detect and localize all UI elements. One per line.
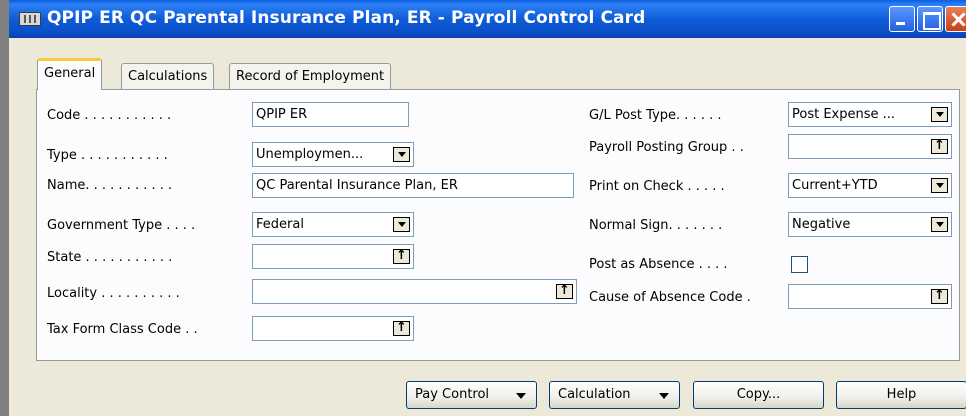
chevron-down-icon[interactable] xyxy=(931,178,948,193)
post-as-absence-checkbox[interactable] xyxy=(791,256,808,273)
type-value: Unemploymen... xyxy=(256,147,364,162)
locality-label: Locality . . . . . . . . . . xyxy=(47,286,180,301)
print-on-check-label: Print on Check . . . . . xyxy=(589,179,725,194)
chevron-down-icon[interactable] xyxy=(393,217,410,232)
payroll-posting-group-label: Payroll Posting Group . . xyxy=(589,140,744,155)
help-label: Help xyxy=(886,387,917,402)
gl-post-type-select[interactable]: Post Expense ... xyxy=(788,102,952,127)
chevron-down-icon[interactable] xyxy=(931,217,948,232)
tax-form-class-code-field[interactable] xyxy=(252,316,414,341)
government-type-label: Government Type . . . . xyxy=(47,218,196,233)
code-field[interactable]: QPIP ER xyxy=(252,102,409,127)
lookup-icon[interactable] xyxy=(931,137,948,155)
close-button[interactable] xyxy=(945,6,966,32)
chevron-down-icon xyxy=(659,393,669,399)
payroll-posting-group-field[interactable] xyxy=(788,134,952,159)
maximize-button[interactable] xyxy=(917,6,943,32)
print-on-check-select[interactable]: Current+YTD xyxy=(788,173,952,198)
locality-field[interactable] xyxy=(252,279,577,304)
state-label: State . . . . . . . . . . . xyxy=(47,250,173,265)
tab-calculations[interactable]: Calculations xyxy=(121,63,215,90)
state-field[interactable] xyxy=(252,244,414,269)
print-on-check-value: Current+YTD xyxy=(792,178,878,193)
code-value: QPIP ER xyxy=(256,107,308,122)
help-button[interactable]: Help xyxy=(836,381,966,409)
lookup-icon[interactable] xyxy=(556,282,573,300)
cause-of-absence-code-label: Cause of Absence Code . xyxy=(589,290,751,305)
name-value: QC Parental Insurance Plan, ER xyxy=(256,178,458,193)
window-title: QPIP ER QC Parental Insurance Plan, ER -… xyxy=(47,8,646,28)
normal-sign-label: Normal Sign. . . . . . . xyxy=(589,218,723,233)
government-type-value: Federal xyxy=(256,217,304,232)
lookup-icon[interactable] xyxy=(393,319,410,337)
name-label: Name. . . . . . . . . . . xyxy=(47,178,173,193)
cause-of-absence-code-field[interactable] xyxy=(788,284,952,309)
payroll-control-card-window: QPIP ER QC Parental Insurance Plan, ER -… xyxy=(9,0,966,416)
normal-sign-value: Negative xyxy=(792,217,851,232)
normal-sign-select[interactable]: Negative xyxy=(788,212,952,237)
type-label: Type . . . . . . . . . . . xyxy=(47,148,168,163)
copy-label: Copy... xyxy=(736,387,781,402)
tab-record-of-employment[interactable]: Record of Employment xyxy=(229,63,392,90)
tax-form-class-code-label: Tax Form Class Code . . xyxy=(47,322,198,337)
background-window-edge xyxy=(0,0,9,416)
lookup-icon[interactable] xyxy=(931,287,948,305)
tab-general[interactable]: General xyxy=(37,58,103,90)
calculation-label: Calculation xyxy=(558,387,631,402)
post-as-absence-label: Post as Absence . . . . xyxy=(589,257,728,272)
government-type-select[interactable]: Federal xyxy=(252,212,414,237)
title-bar[interactable]: QPIP ER QC Parental Insurance Plan, ER -… xyxy=(9,0,966,38)
copy-button[interactable]: Copy... xyxy=(693,381,824,409)
chevron-down-icon[interactable] xyxy=(393,147,410,162)
gl-post-type-value: Post Expense ... xyxy=(792,107,896,122)
code-label: Code . . . . . . . . . . . xyxy=(47,108,172,123)
chevron-down-icon[interactable] xyxy=(931,107,948,122)
calculation-button[interactable]: Calculation xyxy=(549,381,680,409)
lookup-icon[interactable] xyxy=(393,247,410,265)
pay-control-label: Pay Control xyxy=(415,387,490,402)
pay-control-button[interactable]: Pay Control xyxy=(406,381,537,409)
type-select[interactable]: Unemploymen... xyxy=(252,142,414,167)
gl-post-type-label: G/L Post Type. . . . . . xyxy=(589,108,722,123)
table-icon xyxy=(19,12,41,26)
minimize-button[interactable] xyxy=(889,6,915,32)
chevron-down-icon xyxy=(516,393,526,399)
name-field[interactable]: QC Parental Insurance Plan, ER xyxy=(252,173,574,198)
